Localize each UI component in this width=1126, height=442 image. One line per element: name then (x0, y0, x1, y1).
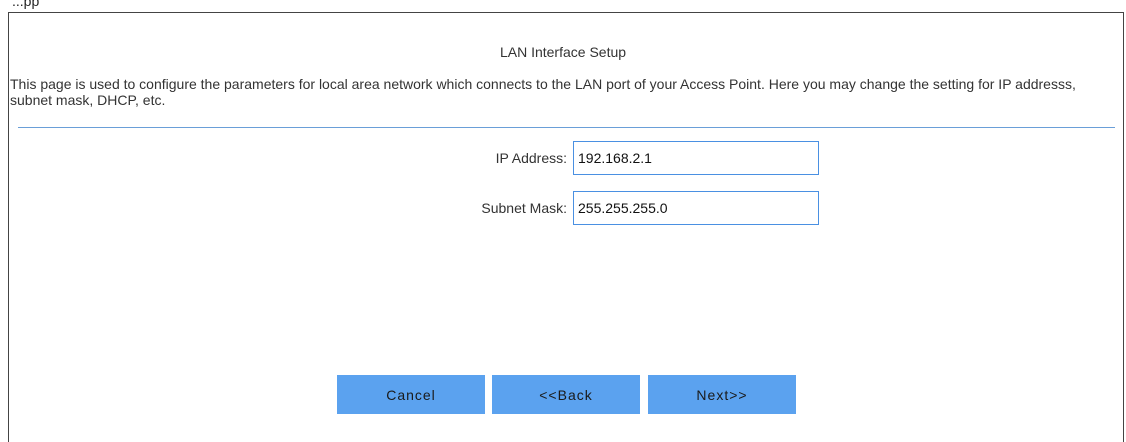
section-divider (18, 127, 1115, 128)
top-label: ...pp (12, 0, 40, 9)
ip-address-row: IP Address: (0, 141, 1126, 175)
next-button[interactable]: Next>> (648, 375, 796, 414)
back-button[interactable]: <<Back (492, 375, 640, 414)
page-title: LAN Interface Setup (499, 44, 627, 60)
subnet-mask-row: Subnet Mask: (0, 191, 1126, 225)
lan-setup-page: ...pp LAN Interface Setup This page is u… (0, 0, 1126, 442)
page-description: This page is used to configure the param… (10, 76, 1076, 108)
subnet-mask-label: Subnet Mask: (481, 200, 567, 216)
ip-address-input[interactable] (573, 141, 819, 175)
subnet-mask-input[interactable] (573, 191, 819, 225)
ip-address-label: IP Address: (495, 150, 567, 166)
cancel-button[interactable]: Cancel (337, 375, 485, 414)
